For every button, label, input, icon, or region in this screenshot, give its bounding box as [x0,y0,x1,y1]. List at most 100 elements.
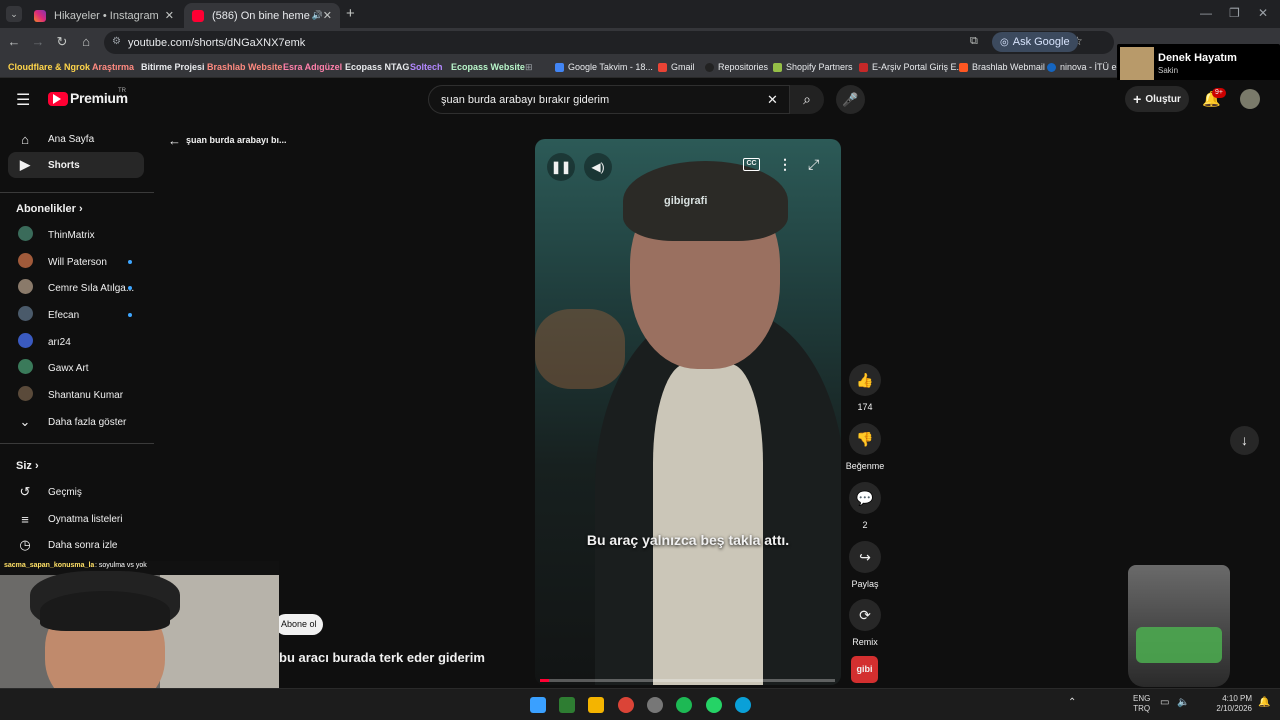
folder-icon[interactable] [588,697,604,713]
share-button[interactable]: ↪ Paylaş [847,541,883,589]
search-button[interactable]: ⌕ [790,85,824,114]
forward-icon[interactable]: → [30,34,46,49]
bookmark-folder[interactable]: Soltech [406,59,447,75]
shorts-search-title: şuan burda arabayı bı... [186,135,287,145]
you-header[interactable]: Siz › [16,460,39,472]
spotify-icon[interactable] [676,697,692,713]
fullscreen-icon[interactable]: ⤢ [808,156,819,173]
sidebar-item-label: Geçmiş [48,486,82,498]
remix-button[interactable]: ⟳ Remix [847,599,883,647]
close-icon[interactable]: ✕ [165,9,174,22]
address-bar[interactable]: ⚙ youtube.com/shorts/dNGaXNX7emk ⧉ ☆ [104,31,1114,54]
chat-username: sacma_sapan_konusma_la [4,562,95,569]
apps-grid-icon[interactable]: ⊞ [521,59,537,75]
bookmark-folder[interactable]: Ecopass Website [447,59,529,75]
bookmark-google-calendar[interactable]: Google Takvim - 18... [551,59,657,75]
close-window-icon[interactable]: ✕ [1258,6,1268,20]
menu-icon[interactable]: ☰ [16,90,30,110]
sidebar-item-sub[interactable]: ThinMatrix [8,222,144,248]
avatar [17,359,33,374]
app-icon[interactable] [647,697,663,713]
tab-youtube[interactable]: (586) On bine hemen bu ar 🔊 ✕ [184,3,340,28]
date: 2/10/2026 [1216,704,1252,713]
pause-button[interactable]: ❚❚ [547,153,575,181]
bookmark-webmail[interactable]: Brashlab Webmail [955,59,1049,75]
bookmark-folder[interactable]: Esra Adıgüzel [279,59,346,75]
bookmark-gmail[interactable]: Gmail [654,59,699,75]
sidebar-item-watch-later[interactable]: ◷ Daha sonra izle [8,532,144,558]
chevron-down-icon: ⌄ [19,414,31,429]
new-tab-button[interactable]: + [346,5,355,22]
comments-button[interactable]: 💬 2 [847,482,883,530]
dislike-button[interactable]: 👎 Beğenme [843,423,887,471]
sidebar-item-sub[interactable]: Cemre Sıla Atılga... [8,275,144,301]
avatar[interactable] [1240,89,1260,109]
back-arrow-icon[interactable]: ← [168,133,181,148]
bookmark-repositories[interactable]: Repositories [701,59,772,75]
plus-icon: + [1133,91,1142,107]
install-icon[interactable]: ⧉ [970,35,978,48]
remix-icon: ⟳ [849,599,881,631]
notification-center-icon[interactable]: 🔔 [1258,697,1270,708]
channel-logo[interactable]: gibi [851,656,878,683]
bookmark-shopify[interactable]: Shopify Partners [769,59,857,75]
bookmark-folder[interactable]: Bitirme Projesi [137,59,209,75]
remix-label: Remix [852,637,878,647]
album-art [1120,47,1154,81]
search-input[interactable]: şuan burda arabayı bırakır giderim ✕ [428,85,790,114]
close-icon[interactable]: ✕ [323,9,332,22]
tab-instagram[interactable]: Hikayeler • Instagram ✕ [26,3,182,28]
sidebar-item-sub[interactable]: arı24 [8,329,144,355]
edge-icon[interactable] [735,697,751,713]
create-button[interactable]: + Oluştur [1125,86,1189,112]
tab-list-button[interactable]: ⌄ [6,6,22,22]
sidebar-item-label: Oynatma listeleri [48,513,123,525]
bookmark-folder[interactable]: Ecopass NTAG [341,59,413,75]
volume-button[interactable]: ◀) [584,153,612,181]
volume-icon[interactable]: 🔈 [1177,697,1189,708]
maximize-icon[interactable]: ❐ [1229,6,1240,20]
like-button[interactable]: 👍 174 [847,364,883,412]
language-indicator[interactable]: ENG TRQ [1133,694,1150,714]
more-options-icon[interactable]: ⋮ [778,156,792,173]
minimize-icon[interactable]: — [1200,6,1212,20]
sidebar-item-show-more[interactable]: ⌄ Daha fazla göster [8,409,144,435]
avatar [17,226,33,241]
ask-google-button[interactable]: ◎ Ask Google [992,32,1078,52]
shorts-video-player[interactable]: ❚❚ ◀) CC ⋮ ⤢ gibigrafi Bu araç yalnızca … [535,139,841,685]
sidebar-item-shorts[interactable]: ▶ Shorts [8,152,144,178]
sidebar-item-home[interactable]: ⌂ Ana Sayfa [8,126,144,152]
voice-search-button[interactable]: 🎤 [836,85,865,114]
progress-bar[interactable] [540,679,835,682]
reload-icon[interactable]: ↻ [54,34,70,50]
network-icon[interactable]: ▭ [1160,697,1169,708]
app-icon[interactable] [559,697,575,713]
sidebar-item-sub[interactable]: Will Paterson [8,249,144,275]
sidebar-item-playlists[interactable]: ≡ Oynatma listeleri [8,506,144,532]
captions-icon[interactable]: CC [743,158,760,171]
browser-tab-strip: ⌄ Hikayeler • Instagram ✕ (586) On bine … [0,0,1280,28]
whatsapp-icon[interactable] [706,697,722,713]
chrome-icon[interactable] [618,697,634,713]
bookmark-folder[interactable]: Brashlab Website [203,59,286,75]
sidebar-item-sub[interactable]: Efecan [8,302,144,328]
next-video-button[interactable]: ↓ [1230,426,1259,455]
sidebar-item-history[interactable]: ↺ Geçmiş [8,479,144,505]
bookmark-earsiv[interactable]: E-Arşiv Portal Giriş E... [855,59,968,75]
speaker-icon[interactable]: 🔊 [312,10,323,21]
bookmark-folder[interactable]: Araştırma [88,59,138,75]
subscribe-button[interactable]: Abone ol [275,614,323,635]
bookmark-folder[interactable]: Cloudflare & Ngrok [4,59,94,75]
start-icon[interactable] [530,697,546,713]
new-content-dot [128,260,132,264]
chevron-up-icon[interactable]: ⌃ [1068,697,1076,708]
clock[interactable]: 4:10 PM 2/10/2026 [1210,694,1252,714]
sidebar-item-sub[interactable]: Gawx Art [8,355,144,381]
sidebar-item-sub[interactable]: Shantanu Kumar [8,382,144,408]
back-icon[interactable]: ← [6,34,22,49]
home-icon[interactable]: ⌂ [78,34,94,49]
subscriptions-header[interactable]: Abonelikler › [16,203,83,215]
now-playing-notification[interactable]: Denek Hayatım Sakin [1117,44,1280,84]
clear-search-icon[interactable]: ✕ [767,92,778,108]
site-info-icon[interactable]: ⚙ [112,36,121,47]
